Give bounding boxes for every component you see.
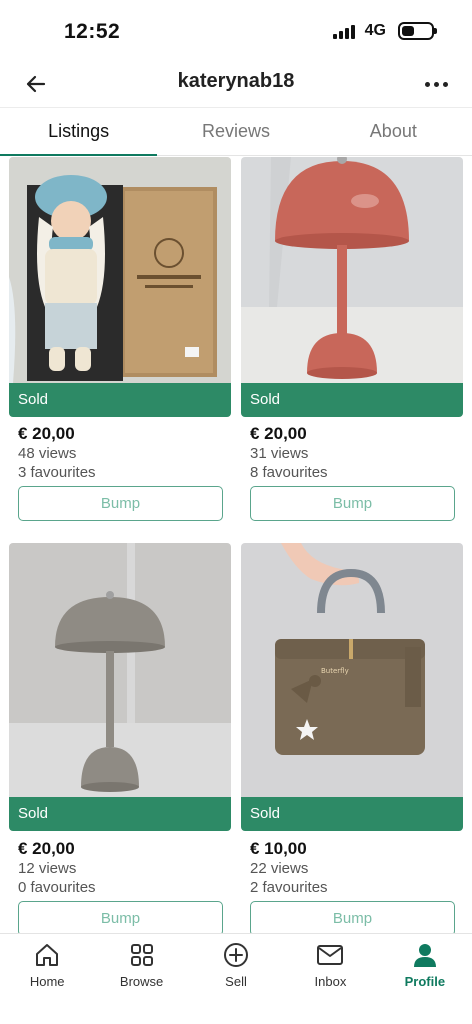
- listing-price: € 20,00: [18, 424, 75, 443]
- listing-views: 48 views: [18, 445, 77, 462]
- tab-about[interactable]: About: [315, 108, 472, 155]
- listing-price: € 10,00: [250, 839, 307, 858]
- status-time: 12:52: [64, 20, 121, 43]
- battery-icon: [398, 22, 437, 40]
- sold-banner: Sold: [241, 797, 463, 831]
- more-dot: [442, 81, 448, 87]
- signal-icon: [332, 23, 355, 39]
- listing-favourites: 3 favourites: [18, 464, 96, 481]
- listing-views: 12 views: [18, 860, 77, 877]
- nav-label: Profile: [404, 974, 446, 989]
- bottom-nav: Home Browse Sell Inbox Profile: [0, 933, 472, 1024]
- tab-reviews[interactable]: Reviews: [157, 108, 314, 155]
- listing-price: € 20,00: [18, 839, 75, 858]
- bump-button[interactable]: Bump: [250, 486, 455, 521]
- nav-home[interactable]: Home: [0, 934, 94, 1024]
- listing-card[interactable]: Sold € 20,00 31 views 8 favourites Bump: [241, 157, 463, 527]
- inbox-icon: [315, 940, 345, 970]
- page-title: katerynab18: [177, 70, 295, 92]
- listing-price: € 20,00: [250, 424, 307, 443]
- nav-label: Inbox: [314, 974, 347, 989]
- nav-profile[interactable]: Profile: [378, 934, 472, 1024]
- status-bar: 12:52 4G: [0, 0, 472, 60]
- listing-photo[interactable]: [241, 157, 463, 383]
- listing-views: 22 views: [250, 860, 309, 877]
- profile-tabs: Listings Reviews About: [0, 108, 472, 156]
- top-bar: katerynab18: [0, 60, 472, 108]
- browse-icon: [127, 940, 157, 970]
- listing-favourites: 8 favourites: [250, 464, 328, 481]
- more-options-button[interactable]: [418, 68, 454, 100]
- sold-banner: Sold: [9, 797, 231, 831]
- svg-text:Buterfly: Buterfly: [321, 667, 349, 675]
- bump-button[interactable]: Bump: [18, 901, 223, 933]
- bump-button[interactable]: Bump: [250, 901, 455, 933]
- more-dot: [424, 81, 430, 87]
- sold-banner: Sold: [241, 383, 463, 417]
- nav-sell[interactable]: Sell: [189, 934, 283, 1024]
- listing-favourites: 0 favourites: [18, 879, 96, 896]
- network-type: 4G: [364, 22, 386, 39]
- nav-inbox[interactable]: Inbox: [283, 934, 377, 1024]
- listing-photo[interactable]: [9, 157, 231, 383]
- listing-card[interactable]: Buterfly Sold € 10,00 22 views 2 favouri…: [241, 543, 463, 933]
- nav-label: Browse: [119, 974, 164, 989]
- listing-views: 31 views: [250, 445, 309, 462]
- sold-banner: Sold: [9, 383, 231, 417]
- listing-card[interactable]: Sold € 20,00 12 views 0 favourites Bump: [9, 543, 231, 933]
- nav-label: Home: [29, 974, 65, 989]
- listing-photo[interactable]: [9, 543, 231, 797]
- bump-button[interactable]: Bump: [18, 486, 223, 521]
- listing-favourites: 2 favourites: [250, 879, 328, 896]
- tab-listings[interactable]: Listings: [0, 108, 158, 156]
- nav-label: Sell: [225, 974, 247, 989]
- listings-grid: Sold € 20,00 48 views 3 favourites Bump …: [0, 157, 472, 933]
- listing-card[interactable]: Sold € 20,00 48 views 3 favourites Bump: [9, 157, 231, 527]
- home-icon: [32, 940, 62, 970]
- more-dot: [433, 81, 439, 87]
- sell-icon: [221, 940, 251, 970]
- listing-photo[interactable]: Buterfly: [241, 543, 463, 797]
- status-indicators: 4G: [332, 22, 437, 40]
- nav-browse[interactable]: Browse: [94, 934, 188, 1024]
- profile-icon: [410, 940, 440, 970]
